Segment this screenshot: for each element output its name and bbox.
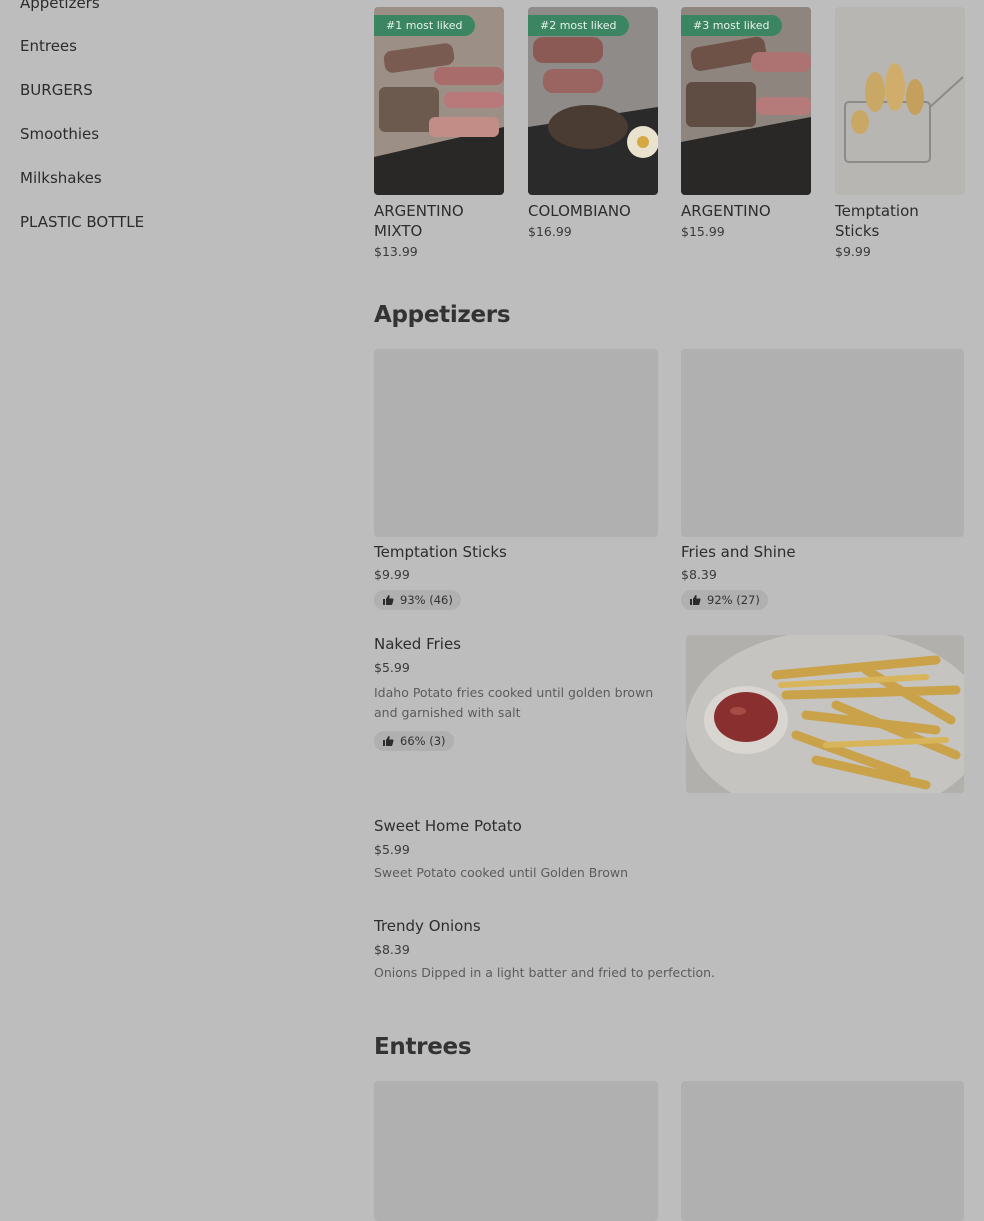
sidebar-item-burgers[interactable]: BURGERS — [20, 81, 93, 99]
item-price: $5.99 — [374, 842, 410, 857]
food-image-placeholder — [374, 1081, 658, 1221]
sidebar-item-milkshakes[interactable]: Milkshakes — [20, 169, 102, 187]
popular-item-card[interactable]: #2 most liked COLOMBIANO $16.99 — [528, 7, 658, 239]
sidebar-item-smoothies[interactable]: Smoothies — [20, 125, 99, 143]
food-image — [686, 635, 964, 793]
item-name: Fries and Shine — [681, 543, 796, 561]
rating-value: 92% (27) — [707, 593, 760, 607]
item-name: Naked Fries — [374, 635, 461, 653]
sidebar-item-plastic-bottle[interactable]: PLASTIC BOTTLE — [20, 213, 144, 231]
food-image-placeholder — [374, 349, 658, 537]
food-image: #2 most liked — [528, 7, 658, 195]
food-image: #3 most liked — [681, 7, 811, 195]
rating-value: 93% (46) — [400, 593, 453, 607]
food-image: #1 most liked — [374, 7, 504, 195]
menu-item-card[interactable] — [681, 1081, 964, 1221]
item-name: Temptation Sticks — [374, 543, 507, 561]
most-liked-badge: #2 most liked — [528, 15, 629, 36]
section-title-entrees: Entrees — [374, 1034, 472, 1060]
most-liked-badge: #1 most liked — [374, 15, 475, 36]
menu-list-item[interactable]: Trendy Onions $8.39 Onions Dipped in a l… — [374, 917, 964, 983]
thumbs-up-icon — [690, 595, 701, 605]
thumbs-up-icon — [383, 736, 394, 746]
popular-item-card[interactable]: #1 most liked ARGENTINO MIXTO $13.99 — [374, 7, 504, 259]
item-name: Trendy Onions — [374, 917, 481, 935]
item-name: ARGENTINO MIXTO — [374, 202, 464, 240]
menu-list-item[interactable]: Naked Fries $5.99 Idaho Potato fries coo… — [374, 635, 664, 751]
menu-list-item[interactable]: Sweet Home Potato $5.99 Sweet Potato coo… — [374, 817, 964, 883]
item-price: $16.99 — [528, 224, 572, 239]
popular-item-card[interactable]: #3 most liked ARGENTINO $15.99 — [681, 7, 811, 239]
sidebar-item-entrees[interactable]: Entrees — [20, 37, 77, 55]
item-description: Idaho Potato fries cooked until golden b… — [374, 685, 654, 720]
item-price: $9.99 — [374, 567, 410, 582]
rating-badge: 93% (46) — [374, 590, 461, 610]
item-price: $13.99 — [374, 244, 418, 259]
food-image-placeholder — [681, 349, 964, 537]
item-price: $8.39 — [681, 567, 717, 582]
rating-badge: 66% (3) — [374, 731, 454, 751]
item-name: Temptation Sticks — [835, 202, 919, 240]
thumbs-up-icon — [383, 595, 394, 605]
item-price: $15.99 — [681, 224, 725, 239]
most-liked-badge: #3 most liked — [681, 15, 782, 36]
menu-item-card[interactable]: Temptation Sticks $9.99 93% (46) — [374, 349, 658, 610]
rating-badge: 92% (27) — [681, 590, 768, 610]
menu-item-card[interactable]: Fries and Shine $8.39 92% (27) — [681, 349, 964, 610]
item-description: Onions Dipped in a light batter and frie… — [374, 965, 716, 980]
sidebar-item-appetizers[interactable]: Appetizers — [20, 0, 100, 12]
item-name: ARGENTINO — [681, 202, 771, 220]
item-name: COLOMBIANO — [528, 202, 631, 220]
menu-item-card[interactable] — [374, 1081, 658, 1221]
item-price: $9.99 — [835, 244, 871, 259]
item-description: Sweet Potato cooked until Golden Brown — [374, 865, 629, 880]
section-title-appetizers: Appetizers — [374, 302, 511, 328]
food-image — [835, 7, 965, 195]
item-price: $8.39 — [374, 942, 410, 957]
item-name: Sweet Home Potato — [374, 817, 522, 835]
rating-value: 66% (3) — [400, 734, 446, 748]
item-price: $5.99 — [374, 660, 410, 675]
popular-item-card[interactable]: Temptation Sticks $9.99 — [835, 7, 965, 259]
food-image-placeholder — [681, 1081, 964, 1221]
